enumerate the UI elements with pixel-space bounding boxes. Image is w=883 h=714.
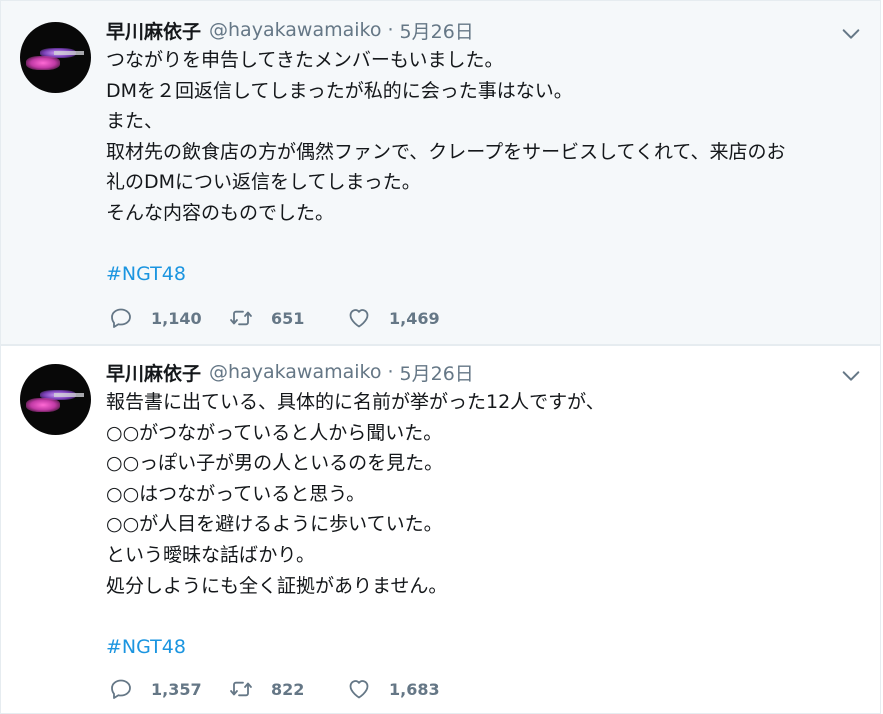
tweet-header: 早川麻依子 @hayakawamaiko · 5月26日 [106,15,474,45]
heart-icon [349,680,369,699]
tweet-date[interactable]: 5月26日 [400,359,474,386]
reply-button[interactable]: 1,357 [109,677,229,701]
tweet-text-line: 礼のDMについ返信をしてしまった。 [106,171,421,194]
avatar[interactable] [20,364,91,435]
tweet-header: 早川麻依子 @hayakawamaiko · 5月26日 [106,357,474,387]
like-count: 1,683 [389,679,440,699]
like-button[interactable]: 1,469 [347,306,467,330]
tweet-text-line: つながりを申告してきたメンバーもいました。 [106,49,504,71]
retweet-icon [230,310,252,326]
tweet[interactable]: 早川麻依子 @hayakawamaiko · 5月26日 つながりを申告してきた… [0,0,881,345]
tweet[interactable]: 早川麻依子 @hayakawamaiko · 5月26日 報告書に出ている、具体… [0,345,881,714]
like-button[interactable]: 1,683 [347,677,467,701]
author-name[interactable]: 早川麻依子 [106,17,201,44]
tweet-actions: 1,140 651 1,469 [109,305,467,331]
hashtag-link[interactable]: #NGT48 [106,632,876,663]
reply-icon [111,308,131,328]
tweet-text-line: ○○はつながっていると思う。 [106,482,366,505]
retweet-button[interactable]: 651 [229,306,347,330]
separator: · [387,361,394,383]
tweet-date[interactable]: 5月26日 [400,17,474,44]
separator: · [387,19,394,41]
retweet-count: 651 [271,308,305,328]
author-handle[interactable]: @hayakawamaiko [209,19,381,41]
author-name[interactable]: 早川麻依子 [106,359,201,386]
avatar[interactable] [20,22,91,93]
tweet-text-line: また、 [106,110,164,133]
tweet-text-line: という曖昧な話ばかり。 [106,543,316,566]
hashtag-link[interactable]: #NGT48 [106,259,876,290]
tweet-text: つながりを申告してきたメンバーもいました。 DMを２回返信してしまったが私的に会… [106,45,876,290]
author-handle[interactable]: @hayakawamaiko [209,361,381,383]
retweet-count: 822 [271,679,305,699]
tweet-text-line: 報告書に出ている、具体的に名前が挙がった12人ですが、 [106,391,605,413]
reply-count: 1,357 [151,679,202,699]
tweet-text-line: ○○っぽい子が男の人といるのを見た。 [106,452,444,475]
like-count: 1,469 [389,308,440,328]
tweet-text-line: ○○が人目を避けるように歩いていた。 [106,513,443,536]
reply-count: 1,140 [151,308,202,328]
tweet-text-line: DMを２回返信してしまったが私的に会った事はない。 [106,79,573,102]
tweet-text-line: そんな内容のものでした。 [106,201,335,224]
chevron-down-icon[interactable] [840,23,862,45]
tweet-text-line: 取材先の飲食店の方が偶然ファンで、クレープをサービスしてくれて、来店のお [106,140,786,163]
tweet-text: 報告書に出ている、具体的に名前が挙がった12人ですが、 ○○がつながっていると人… [106,387,876,662]
retweet-button[interactable]: 822 [229,677,347,701]
tweet-text-line: 処分しようにも全く証拠がありません。 [106,574,448,597]
retweet-icon [230,681,252,697]
heart-icon [349,309,369,328]
reply-button[interactable]: 1,140 [109,306,229,330]
reply-icon [111,679,131,699]
tweet-actions: 1,357 822 1,683 [109,676,467,702]
tweet-text-line: ○○がつながっていると人から聞いた。 [106,421,443,444]
chevron-down-icon[interactable] [840,365,862,387]
